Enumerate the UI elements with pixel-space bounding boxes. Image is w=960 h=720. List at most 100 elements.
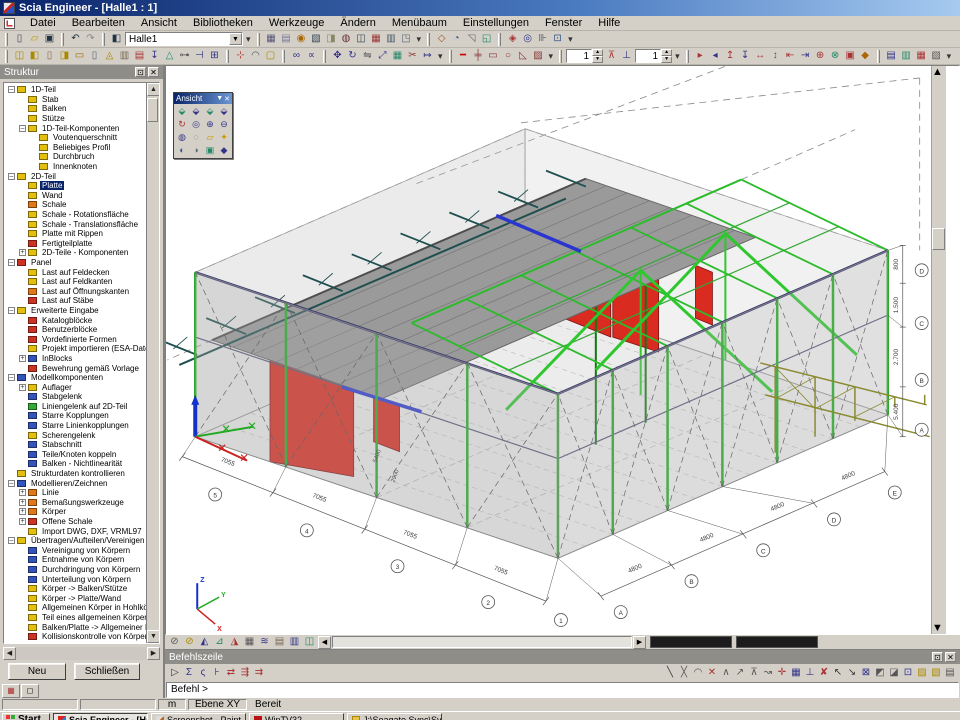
tree-item-label[interactable]: InBlocks [40,354,74,363]
info-icon[interactable]: ⊡ [550,32,565,46]
collapse-icon[interactable]: – [8,173,15,180]
toolbar-grip[interactable] [877,50,880,63]
taskbar-task-paint[interactable]: Screenshot - Paint [151,713,246,720]
collapse-icon[interactable]: – [19,125,26,132]
shell-icon[interactable]: ◬ [102,49,117,63]
document-icon[interactable] [4,18,15,29]
toolbar-grip[interactable] [498,33,501,46]
tree-item-label[interactable]: Innenknoten [51,162,99,171]
tree-item-label[interactable]: Teile/Knoten koppeln [40,450,118,459]
member-b10-icon[interactable]: ⊗ [828,49,843,63]
tree-item-label[interactable]: Stabgelenk [40,392,84,401]
tree-item-label[interactable]: Balken/Platte -> Allgemeiner Körpe... [40,623,146,632]
tree-item-label[interactable]: Katalogblöcke [40,316,94,325]
tree-item[interactable]: Eckpunkte generieren [6,641,146,643]
polyline-icon[interactable]: ╪ [471,49,486,63]
tree-item-label[interactable]: Scherengelenk [40,431,97,440]
tree-item-label[interactable]: Offene Schale [40,517,95,526]
rectangle-icon[interactable]: ▭ [486,49,501,63]
tree-item[interactable]: Scherengelenk [6,430,146,440]
tree-item-label[interactable]: Schale - Translationsfläche [40,220,140,229]
tree-item[interactable]: +Auflager [6,382,146,392]
tree-item[interactable]: Schale [6,200,146,210]
swap-1-icon[interactable]: ⇄ [224,666,238,680]
scrollbar-thumb[interactable] [147,98,158,122]
tree-item-label[interactable]: Starre Kopplungen [40,411,111,420]
snap-mid-icon[interactable]: ↘ [845,666,859,680]
expand-icon[interactable]: + [19,489,26,496]
tree-item[interactable]: Entnahme von Körpern [6,555,146,565]
tree-item[interactable]: Katalogblöcke [6,315,146,325]
taskbar-task-scia[interactable]: Scia Engineer - [Halle... [53,713,148,720]
filter-icon[interactable]: ⊪ [535,32,550,46]
scroll-left-icon[interactable]: ◀ [318,636,331,649]
help-icon[interactable]: ◈ [505,32,520,46]
new-button[interactable]: Neu [8,663,66,680]
scroll-up-icon[interactable]: ▲ [932,66,946,78]
tree-item[interactable]: Balken [6,104,146,114]
menu-bearbeiten[interactable]: Bearbeiten [65,16,132,30]
array-icon[interactable]: ▦ [390,49,405,63]
tree-item-label[interactable]: 1D-Teil [29,85,58,94]
tree-item[interactable]: Fertigteilplatte [6,239,146,249]
tree-item-label[interactable]: Übertragen/Aufteilen/Vereinigen [29,536,146,545]
snap-b-icon[interactable]: ◪ [887,666,901,680]
tree-item[interactable]: Last auf Öffnungskanten [6,286,146,296]
collapse-icon[interactable]: – [8,480,15,487]
tree-vertical-scrollbar[interactable]: ▲ ▼ [146,83,159,643]
paste-icon[interactable]: ◨ [324,32,339,46]
rotate-view-icon[interactable]: ↻ [175,118,189,131]
model-canvas[interactable]: 7055 7055 7055 7055 5 4 3 2 1 [166,66,931,634]
snap-cross-icon[interactable]: ╳ [677,666,691,680]
scale-spinner-input[interactable] [566,49,592,63]
tree-item-label[interactable]: Last auf Öffnungskanten [40,287,131,296]
taskbar-task-wintv[interactable]: WinTV32 [249,713,344,720]
view-axo-2-icon[interactable]: ⬙ [189,105,203,118]
scroll-down-icon[interactable]: ▼ [147,630,160,643]
toolbar-grip[interactable] [226,50,229,63]
snap-tangent-icon[interactable]: ↝ [761,666,775,680]
results-view-icon[interactable]: ≋ [257,635,272,649]
snap-f-icon[interactable]: ▤ [943,666,957,680]
taskbar-task-explorer[interactable]: J:\Seagate Sync\SyncRe... [347,713,442,720]
tree-item[interactable]: –2D-Teil [6,171,146,181]
toolbar-grip[interactable] [449,50,452,63]
move-icon[interactable]: ✥ [330,49,345,63]
tree-horizontal-scrollbar[interactable]: ◀ ▶ [3,647,160,660]
image-icon[interactable]: ◉ [294,32,309,46]
layout-icon[interactable]: ◫ [354,32,369,46]
expand-icon[interactable]: + [19,355,26,362]
ansicht-palette[interactable]: Ansicht ▼ ✕ ⬙⬙⬙⬙↻◎⊕⊖◍◌▱✦◐◑▣◆ [173,92,233,159]
snap-arc-icon[interactable]: ◠ [691,666,705,680]
pin-icon[interactable]: ⊡ [135,67,146,77]
tree-item-label[interactable]: Last auf Feldecken [40,268,112,277]
snap-d-icon[interactable]: ▨ [915,666,929,680]
snap-grid-icon[interactable]: ▦ [789,666,803,680]
tree-item-label[interactable]: Entnahme von Körpern [40,555,126,564]
tree-item[interactable]: +Linie [6,488,146,498]
window-view-icon[interactable]: ◫ [302,635,317,649]
collapse-icon[interactable]: – [8,537,15,544]
member-b11-icon[interactable]: ▣ [843,49,858,63]
member-b4-icon[interactable]: ↧ [738,49,753,63]
palette-dropdown-icon[interactable]: ▼ [216,95,223,103]
snap-delete-icon[interactable]: ✕ [705,666,719,680]
snap-a-icon[interactable]: ◩ [873,666,887,680]
rotate-icon[interactable]: ↻ [345,49,360,63]
tree-item[interactable]: Allgemeinen Körper in Hohlkörper [6,603,146,613]
calculator-icon[interactable]: ▦ [264,32,279,46]
tree-item[interactable]: –Modellieren/Zeichnen [6,478,146,488]
export-icon[interactable]: ◱ [479,32,494,46]
zoom-all-icon[interactable]: ◍ [175,131,189,144]
collapse-icon[interactable]: – [8,374,15,381]
tree-item[interactable]: Beliebiges Profil [6,143,146,153]
snap-e-icon[interactable]: ▧ [929,666,943,680]
column-icon[interactable]: ▯ [42,49,57,63]
member-b3-icon[interactable]: ↥ [723,49,738,63]
tree-item[interactable]: Durchbruch [6,152,146,162]
start-button[interactable]: Start [2,713,50,720]
toolbar-grip[interactable] [257,33,260,46]
open-folder-icon[interactable]: ▱ [27,32,42,46]
cut-icon[interactable]: ▧ [309,32,324,46]
scrollbar-thumb[interactable] [932,228,945,250]
